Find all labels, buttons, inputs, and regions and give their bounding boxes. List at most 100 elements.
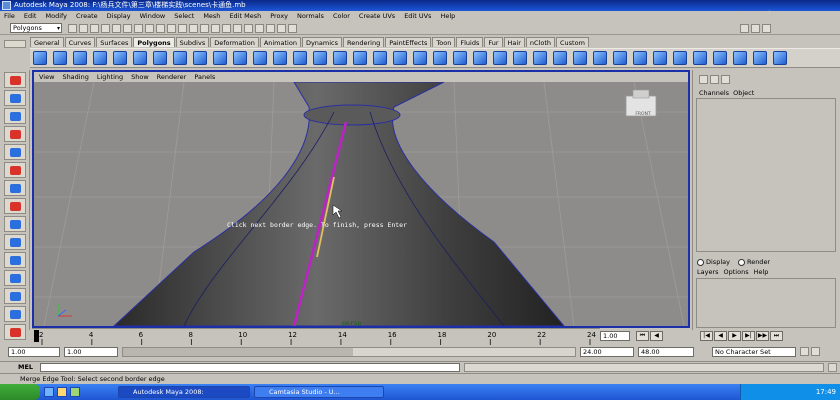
shelf-menu-icon[interactable] [4, 40, 26, 48]
taskbar-item-camtasia[interactable]: Camtasia Studio - U... [254, 386, 384, 398]
highlight-selection-icon[interactable] [189, 24, 198, 33]
layer-menu-2[interactable]: Help [754, 268, 769, 276]
step-back-key-icon[interactable]: |◀ [700, 331, 713, 341]
current-frame-field[interactable]: 1.00 [600, 331, 630, 341]
shelf-tab-10[interactable]: Toon [432, 37, 456, 47]
shelf-tool-icon[interactable] [173, 51, 187, 65]
select-tool-icon[interactable] [4, 72, 26, 88]
menu-13[interactable]: Edit UVs [404, 12, 431, 20]
shelf-tool-icon[interactable] [253, 51, 267, 65]
scale-tool-icon[interactable] [4, 162, 26, 178]
panel-menu-3[interactable]: Show [131, 72, 149, 82]
menu-14[interactable]: Help [440, 12, 455, 20]
shelf-tool-icon[interactable] [693, 51, 707, 65]
rotate-tool-icon[interactable] [4, 144, 26, 160]
snap-curve-icon[interactable] [211, 24, 220, 33]
range-slider-handle[interactable] [123, 348, 353, 356]
show-manipulator-icon[interactable] [4, 216, 26, 232]
channel-box-toggle-icon[interactable] [699, 75, 708, 84]
soft-mod-tool-icon[interactable] [4, 198, 26, 214]
shelf-tab-1[interactable]: Curves [64, 37, 96, 47]
persp-graph-layout-icon[interactable] [4, 306, 26, 322]
menu-11[interactable]: Color [333, 12, 350, 20]
quick-launch-icon[interactable] [57, 387, 67, 397]
hypershade-layout-icon[interactable] [4, 324, 26, 340]
shelf-tool-icon[interactable] [773, 51, 787, 65]
mel-label[interactable]: MEL [18, 363, 33, 371]
four-view-layout-icon[interactable] [4, 270, 26, 286]
viewport-scene[interactable] [34, 82, 688, 326]
shelf-tab-5[interactable]: Deformation [210, 37, 259, 47]
snap-grid-icon[interactable] [200, 24, 209, 33]
lasso-tool-icon[interactable] [4, 90, 26, 106]
render-current-icon[interactable] [266, 24, 275, 33]
panel-menu-2[interactable]: Lighting [97, 72, 123, 82]
new-scene-icon[interactable] [68, 24, 77, 33]
shelf-tab-2[interactable]: Surfaces [96, 37, 133, 47]
ipr-render-icon[interactable] [277, 24, 286, 33]
shelf-tool-icon[interactable] [593, 51, 607, 65]
shelf-tab-6[interactable]: Animation [259, 37, 301, 47]
shelf-tool-icon[interactable] [373, 51, 387, 65]
open-scene-icon[interactable] [79, 24, 88, 33]
shelf-tool-icon[interactable] [613, 51, 627, 65]
shelf-tool-icon[interactable] [513, 51, 527, 65]
shelf-tool-icon[interactable] [133, 51, 147, 65]
shelf-tab-12[interactable]: Fur [484, 37, 503, 47]
render-settings-icon[interactable] [288, 24, 297, 33]
move-tool-icon[interactable] [4, 126, 26, 142]
shelf-tab-3[interactable]: Polygons [133, 37, 175, 47]
select-component-icon[interactable] [123, 24, 132, 33]
shelf-tool-icon[interactable] [713, 51, 727, 65]
shelf-tool-icon[interactable] [353, 51, 367, 65]
attribute-editor-icon[interactable] [740, 24, 749, 33]
menu-6[interactable]: Select [174, 12, 194, 20]
play-backwards-icon[interactable]: ◀ [714, 331, 727, 341]
shelf-tab-9[interactable]: PaintEffects [385, 37, 432, 47]
shelf-tool-icon[interactable] [33, 51, 47, 65]
shelf-tab-14[interactable]: nCloth [525, 37, 555, 47]
panel-menu-4[interactable]: Renderer [157, 72, 187, 82]
menu-0[interactable]: File [4, 12, 15, 20]
shelf-tool-icon[interactable] [233, 51, 247, 65]
quick-launch-icon[interactable] [44, 387, 54, 397]
character-set-dropdown[interactable]: No Character Set [712, 347, 796, 357]
layer-menu-0[interactable]: Layers [697, 268, 719, 276]
shelf-tool-icon[interactable] [193, 51, 207, 65]
menu-5[interactable]: Window [140, 12, 166, 20]
quick-launch-icon[interactable] [70, 387, 80, 397]
both-panels-toggle-icon[interactable] [721, 75, 730, 84]
shelf-tab-15[interactable]: Custom [556, 37, 589, 47]
shelf-tool-icon[interactable] [493, 51, 507, 65]
auto-key-icon[interactable] [800, 347, 809, 356]
layer-menu-1[interactable]: Options [724, 268, 749, 276]
snap-point-icon[interactable] [222, 24, 231, 33]
range-slider[interactable] [122, 347, 576, 357]
perspective-viewport[interactable]: View Shading Lighting Show Renderer Panels [32, 70, 690, 328]
current-time-indicator[interactable] [34, 330, 39, 342]
shelf-tool-icon[interactable] [333, 51, 347, 65]
panel-menu-1[interactable]: Shading [62, 72, 88, 82]
step-forward-key-icon[interactable]: ▶| [742, 331, 755, 341]
step-back-icon[interactable]: ◀ [650, 331, 663, 341]
display-radio[interactable] [697, 258, 704, 266]
shelf-tab-8[interactable]: Rendering [343, 37, 385, 47]
end-time-field[interactable]: 48.00 [638, 347, 694, 357]
persp-outliner-layout-icon[interactable] [4, 288, 26, 304]
menu-2[interactable]: Modify [45, 12, 67, 20]
manipulator-tool-icon[interactable] [4, 180, 26, 196]
paint-select-tool-icon[interactable] [4, 108, 26, 124]
menu-3[interactable]: Create [76, 12, 98, 20]
playback-end-field[interactable]: 24.00 [580, 347, 634, 357]
shelf-tool-icon[interactable] [413, 51, 427, 65]
go-to-end-icon[interactable]: ⏭ [770, 331, 783, 341]
shelf-tool-icon[interactable] [53, 51, 67, 65]
tool-settings-icon[interactable] [751, 24, 760, 33]
start-button[interactable] [0, 384, 40, 400]
panel-menu-0[interactable]: View [39, 72, 54, 82]
shelf-tool-icon[interactable] [93, 51, 107, 65]
menu-4[interactable]: Display [107, 12, 131, 20]
mel-command-input[interactable] [40, 363, 460, 372]
last-tool-icon[interactable] [4, 234, 26, 250]
vertex-mask-icon[interactable] [134, 24, 143, 33]
